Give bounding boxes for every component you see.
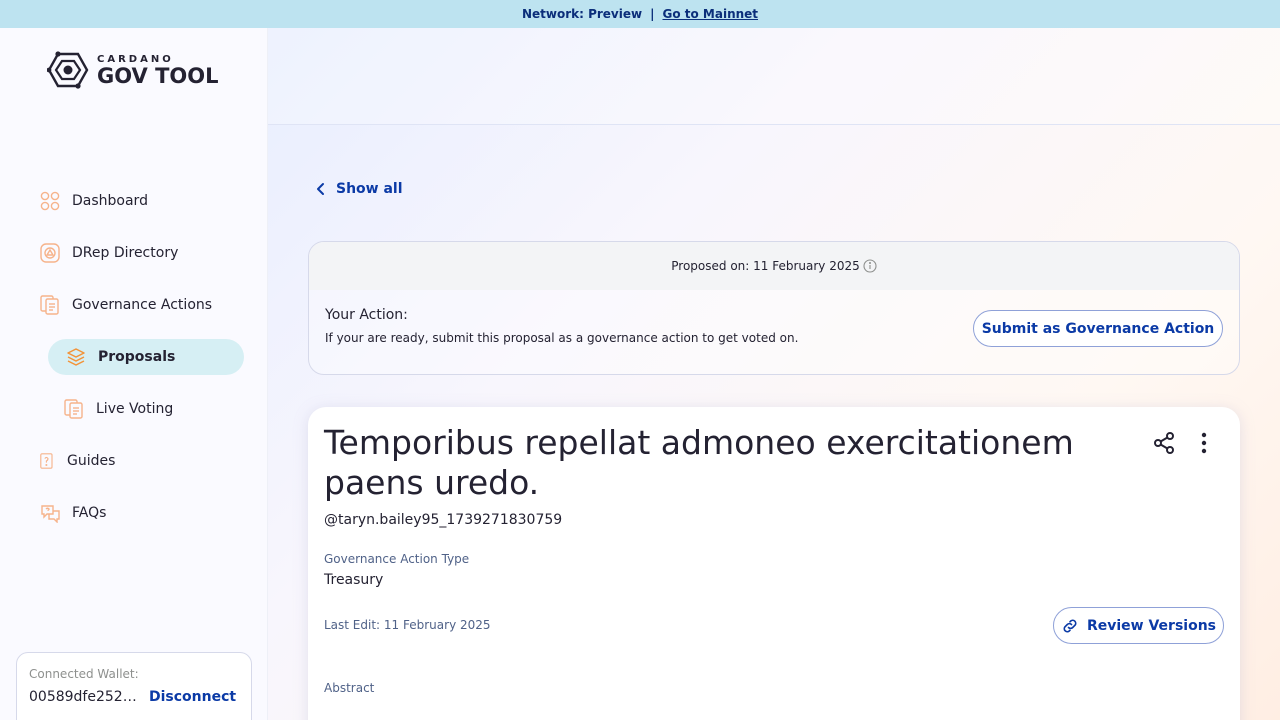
logo[interactable]: CARDANO GOV TOOL bbox=[47, 50, 219, 90]
submit-governance-action-button[interactable]: Submit as Governance Action bbox=[973, 310, 1223, 347]
last-edit-label: Last Edit: 11 February 2025 bbox=[324, 618, 491, 632]
sidebar: CARDANO GOV TOOL Dashboard DRep Director… bbox=[0, 28, 268, 720]
top-bar bbox=[268, 28, 1280, 125]
abstract-label: Abstract bbox=[324, 681, 375, 695]
layers-icon bbox=[67, 348, 85, 366]
network-label: Network: Preview bbox=[521, 7, 643, 21]
documents-icon bbox=[64, 399, 83, 419]
review-versions-button[interactable]: Review Versions bbox=[1053, 607, 1224, 644]
your-action-panel: Proposed on: 11 February 2025 Your Actio… bbox=[308, 241, 1240, 375]
your-action-description: If your are ready, submit this proposal … bbox=[325, 331, 799, 345]
sidebar-item-guides[interactable]: Guides bbox=[40, 451, 115, 471]
sidebar-item-faqs[interactable]: FAQs bbox=[40, 503, 106, 523]
banner-separator: | bbox=[650, 7, 655, 21]
proposal-author: @taryn.bailey95_1739271830759 bbox=[324, 512, 563, 528]
governance-action-type-value: Treasury bbox=[324, 572, 384, 588]
governance-action-type-label: Governance Action Type bbox=[324, 552, 470, 566]
logo-brand: CARDANO bbox=[97, 53, 174, 65]
sidebar-item-governance-actions[interactable]: Governance Actions bbox=[40, 295, 212, 315]
info-icon[interactable] bbox=[863, 259, 877, 273]
more-vertical-icon[interactable] bbox=[1192, 431, 1216, 455]
documents-icon bbox=[40, 295, 59, 315]
logo-icon bbox=[47, 51, 89, 89]
show-all-label: Show all bbox=[336, 181, 403, 197]
sidebar-item-label: FAQs bbox=[72, 505, 107, 521]
logo-product: GOV TOOL bbox=[97, 63, 219, 88]
grid-icon bbox=[40, 191, 60, 211]
sidebar-item-label: Governance Actions bbox=[72, 297, 213, 313]
your-action-title: Your Action: bbox=[325, 307, 408, 323]
sidebar-item-label: Proposals bbox=[98, 349, 176, 365]
link-icon bbox=[1063, 619, 1077, 632]
network-banner: Network: Preview | Go to Mainnet bbox=[0, 0, 1280, 28]
sidebar-item-dashboard[interactable]: Dashboard bbox=[40, 191, 148, 211]
guide-icon bbox=[40, 453, 53, 469]
proposal-title: Temporibus repellat admoneo exercitation… bbox=[324, 423, 1074, 502]
sidebar-item-proposals[interactable]: Proposals bbox=[48, 339, 244, 375]
main-content: Show all Proposed on: 11 February 2025 Y… bbox=[268, 28, 1280, 720]
proposal-card: Temporibus repellat admoneo exercitation… bbox=[308, 407, 1240, 720]
drep-icon bbox=[40, 243, 60, 263]
proposed-on-header: Proposed on: 11 February 2025 bbox=[309, 242, 1239, 290]
sidebar-item-label: Live Voting bbox=[96, 401, 174, 417]
share-icon[interactable] bbox=[1152, 431, 1176, 455]
disconnect-button[interactable]: Disconnect bbox=[149, 689, 236, 705]
review-versions-label: Review Versions bbox=[1086, 617, 1217, 634]
sidebar-item-live-voting[interactable]: Live Voting bbox=[64, 399, 173, 419]
sidebar-item-label: Guides bbox=[67, 453, 116, 469]
sidebar-item-drep-directory[interactable]: DRep Directory bbox=[40, 243, 178, 263]
wallet-label: Connected Wallet: bbox=[29, 667, 139, 681]
go-to-mainnet-link[interactable]: Go to Mainnet bbox=[662, 7, 758, 21]
wallet-address: 00589dfe252a... bbox=[29, 689, 141, 705]
sidebar-item-label: DRep Directory bbox=[72, 245, 179, 261]
chevron-left-icon bbox=[317, 183, 324, 195]
show-all-link[interactable]: Show all bbox=[316, 181, 403, 197]
proposed-on-date: Proposed on: 11 February 2025 bbox=[671, 259, 860, 273]
faq-icon bbox=[41, 505, 60, 523]
connected-wallet-panel: Connected Wallet: 00589dfe252a... Discon… bbox=[16, 652, 252, 720]
sidebar-item-label: Dashboard bbox=[72, 193, 148, 209]
